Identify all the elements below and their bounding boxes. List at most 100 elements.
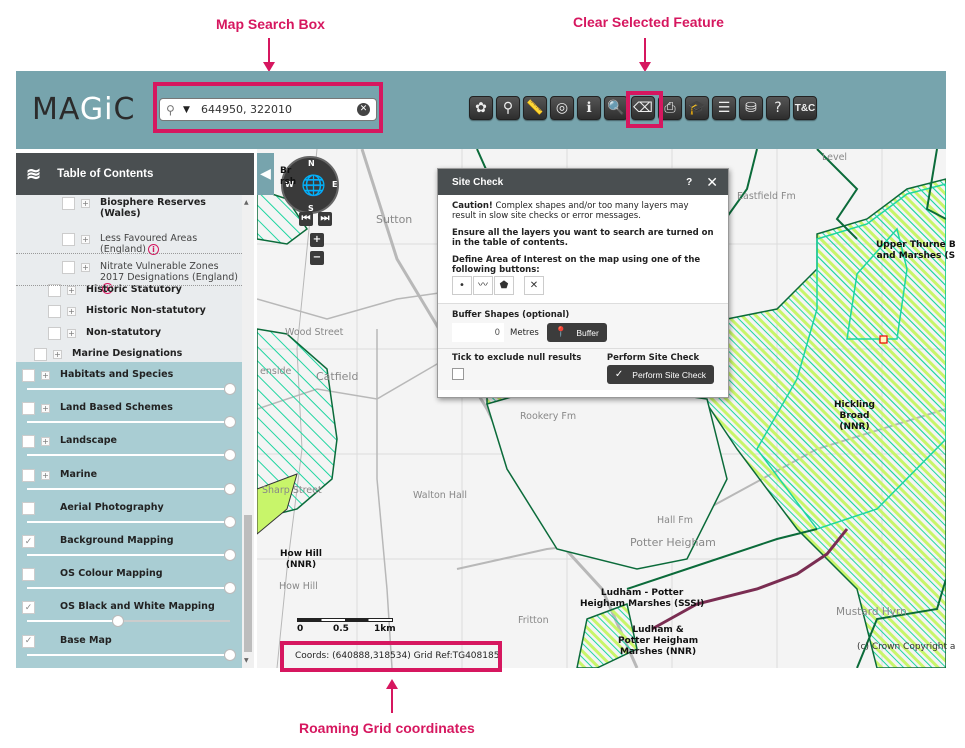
search-icon[interactable]: ⚲	[166, 103, 180, 117]
group-checkbox[interactable]	[22, 468, 35, 482]
perform-section: Tick to exclude null results Perform Sit…	[438, 348, 728, 390]
expand-icon[interactable]: +	[81, 235, 90, 244]
slider-handle[interactable]	[224, 482, 236, 495]
opacity-slider[interactable]	[27, 482, 236, 495]
opacity-slider[interactable]	[27, 416, 236, 429]
site-check-button[interactable]: ⛁	[739, 96, 763, 120]
group-checkbox[interactable]: ✓	[22, 634, 35, 648]
opacity-slider[interactable]	[27, 449, 236, 462]
group-checkbox[interactable]	[22, 501, 35, 515]
minus-icon: −	[312, 252, 322, 263]
zoom-out-button[interactable]: −	[310, 251, 324, 265]
zoom-in-button[interactable]: +	[310, 233, 324, 247]
opacity-slider[interactable]	[27, 515, 236, 528]
group-checkbox[interactable]	[22, 402, 35, 416]
compass-north[interactable]: N	[308, 159, 315, 168]
buffer-button[interactable]: 📍 Buffer	[546, 323, 607, 342]
clear-search-icon[interactable]: ✕	[357, 103, 370, 116]
buffer-distance-input[interactable]	[452, 323, 504, 342]
globe-icon[interactable]: 🌐	[301, 173, 326, 197]
map-style-button[interactable]: ✿	[469, 96, 493, 120]
scroll-up-icon[interactable]: ▲	[244, 199, 249, 206]
group-checkbox[interactable]	[22, 435, 35, 449]
search-input[interactable]	[201, 103, 351, 116]
opacity-slider[interactable]	[27, 648, 236, 661]
search-icon: ⚲	[502, 100, 514, 116]
expand-icon[interactable]: +	[81, 263, 90, 272]
group-label: Marine	[60, 468, 98, 480]
opacity-slider[interactable]	[27, 549, 236, 561]
opacity-slider[interactable]	[27, 615, 230, 628]
search-tool-button[interactable]: ⚲	[496, 96, 520, 120]
polygon-button[interactable]: ⬟	[494, 276, 514, 295]
perform-label: Perform Site Check	[606, 353, 700, 363]
layer-checkbox[interactable]	[62, 261, 75, 274]
layer-checkbox[interactable]	[34, 348, 47, 361]
list-button[interactable]: ☰	[712, 96, 736, 120]
expand-icon[interactable]: +	[41, 371, 50, 380]
slider-handle[interactable]	[224, 416, 236, 429]
slider-handle[interactable]	[224, 383, 236, 395]
slider-handle[interactable]	[224, 449, 236, 462]
expand-icon[interactable]: +	[53, 350, 62, 359]
slider-handle[interactable]	[112, 615, 125, 628]
scrollbar-thumb[interactable]	[244, 515, 252, 652]
group-checkbox[interactable]: ✓	[22, 535, 35, 548]
clear-shape-button[interactable]: ✕	[524, 276, 544, 295]
opacity-slider[interactable]	[27, 383, 236, 395]
opacity-slider[interactable]	[27, 582, 236, 595]
skip-back-icon: ⏮	[301, 213, 311, 224]
plus-icon: +	[312, 234, 322, 245]
expand-icon[interactable]: +	[67, 286, 76, 295]
map-search-box: ⚲ ▼ ✕	[159, 98, 377, 121]
group-checkbox[interactable]	[22, 568, 35, 582]
measure-button[interactable]: 📏	[523, 96, 547, 120]
group-checkbox[interactable]	[22, 369, 35, 382]
shape-buttons: • 〰 ⬟ ✕	[452, 276, 714, 295]
expand-icon[interactable]: +	[81, 199, 90, 208]
expand-icon[interactable]: +	[67, 307, 76, 316]
exclude-null-checkbox[interactable]	[452, 368, 464, 380]
close-icon[interactable]: ✕	[706, 174, 718, 191]
divider	[16, 253, 242, 254]
terms-button[interactable]: T&C	[793, 96, 817, 120]
help-icon[interactable]: ?	[686, 177, 692, 188]
find-feature-button[interactable]: 🔍	[604, 96, 628, 120]
toc-layer-item: + Non-statutory	[16, 327, 242, 340]
toc-scrollbar[interactable]: ▲ ▼	[242, 195, 254, 668]
expand-icon[interactable]: +	[41, 404, 50, 414]
dropdown-arrow-icon[interactable]: ▼	[183, 105, 197, 115]
layer-checkbox[interactable]	[48, 305, 61, 318]
palette-icon: ✿	[475, 100, 487, 116]
group-checkbox[interactable]: ✓	[22, 601, 35, 615]
map-label-brsh: Br rsh	[280, 166, 297, 187]
slider-handle[interactable]	[224, 549, 236, 561]
slider-handle[interactable]	[224, 515, 236, 528]
layer-checkbox[interactable]	[48, 327, 61, 340]
layer-checkbox[interactable]	[62, 233, 75, 246]
print-button[interactable]: ⎙	[658, 96, 682, 120]
previous-extent-button[interactable]: ⏮	[299, 212, 313, 226]
dialog-header: Site Check ? ✕	[438, 169, 728, 195]
locate-button[interactable]: ◎	[550, 96, 574, 120]
magic-logo[interactable]: MAGiC	[32, 92, 135, 127]
compass-east[interactable]: E	[332, 180, 337, 189]
expand-icon[interactable]: +	[41, 470, 50, 480]
identify-button[interactable]: ℹ	[577, 96, 601, 120]
training-button[interactable]: 🎓	[685, 96, 709, 120]
clear-selected-feature-button[interactable]: ⌫	[631, 96, 655, 120]
map-toolbar: ✿ ⚲ 📏 ◎ ℹ 🔍 ⌫ ⎙ 🎓 ☰ ⛁? T&C	[469, 96, 817, 120]
next-extent-button[interactable]: ⏭	[318, 212, 332, 226]
layer-checkbox[interactable]	[62, 197, 75, 210]
expand-icon[interactable]: +	[41, 437, 50, 447]
line-button[interactable]: 〰	[473, 276, 493, 295]
slider-handle[interactable]	[224, 648, 236, 661]
collapse-toc-button[interactable]: ◀	[257, 153, 274, 195]
point-button[interactable]: •	[452, 276, 472, 295]
expand-icon[interactable]: +	[67, 329, 76, 338]
help-button[interactable]: ?	[766, 96, 790, 120]
layers-icon: ≋	[26, 163, 42, 184]
perform-site-check-button[interactable]: ✓ Perform Site Check	[606, 365, 714, 384]
slider-handle[interactable]	[224, 582, 236, 595]
scroll-down-icon[interactable]: ▼	[244, 657, 249, 664]
